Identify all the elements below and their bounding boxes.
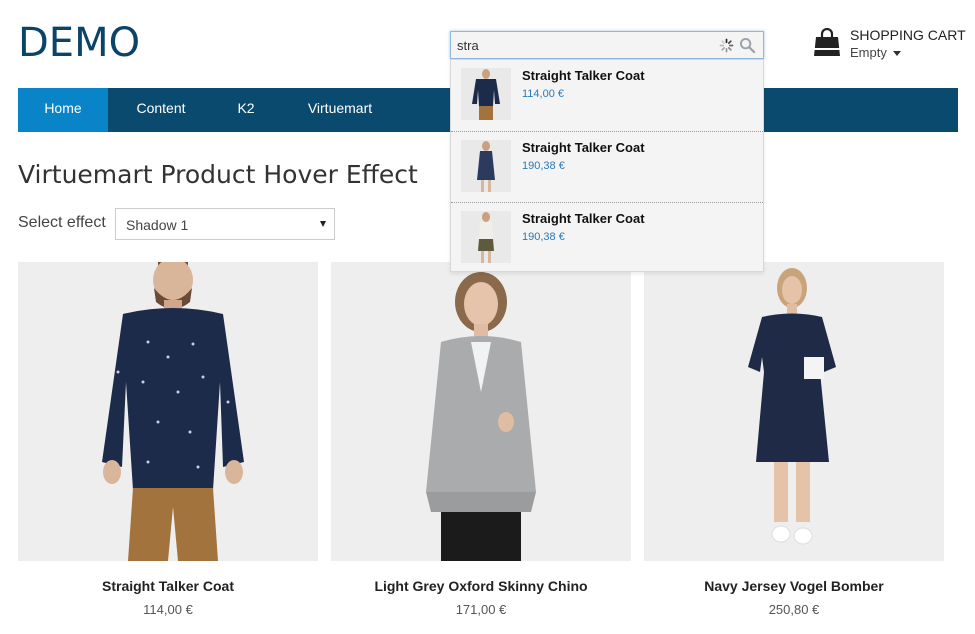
product-name[interactable]: Straight Talker Coat [18, 578, 318, 594]
product-price: 250,80 € [768, 602, 820, 617]
search-result-item[interactable]: Straight Talker Coat 114,00 € [451, 60, 763, 131]
search-result-item[interactable]: Straight Talker Coat 190,38 € [451, 131, 763, 202]
search-result-price: 190,38 € [522, 231, 565, 243]
search-result-name: Straight Talker Coat [522, 211, 645, 226]
search-input[interactable] [451, 32, 713, 58]
search-result-price: 190,38 € [522, 160, 565, 172]
nav-item-k2[interactable]: K2 [222, 88, 270, 132]
product-price: 171,00 € [455, 602, 507, 617]
cart-title: SHOPPING CART [850, 27, 966, 43]
nav-item-content[interactable]: Content [118, 88, 204, 132]
dropdown-arrow-icon [320, 221, 326, 227]
search-result-item[interactable]: Straight Talker Coat 190,38 € [451, 202, 763, 273]
cart-status-text: Empty [850, 45, 887, 60]
product-image[interactable] [644, 262, 944, 561]
product-name[interactable]: Light Grey Oxford Skinny Chino [331, 578, 631, 594]
site-logo[interactable]: DEMO [18, 20, 140, 66]
search-result-thumbnail [461, 211, 511, 263]
cart-status[interactable]: Empty [850, 45, 901, 60]
product-card[interactable]: Straight Talker Coat 114,00 € [18, 262, 318, 617]
search-result-thumbnail [461, 68, 511, 120]
caret-down-icon [892, 51, 901, 57]
search-box [450, 31, 764, 59]
search-result-price: 114,00 € [522, 88, 565, 100]
product-name[interactable]: Navy Jersey Vogel Bomber [644, 578, 944, 594]
search-result-thumbnail [461, 140, 511, 192]
effect-label: Select effect [18, 214, 106, 231]
effect-select[interactable]: Shadow 1 [115, 208, 335, 240]
shopping-cart[interactable]: SHOPPING CART Empty [812, 26, 972, 66]
product-card[interactable]: Light Grey Oxford Skinny Chino 171,00 € [331, 262, 631, 617]
product-image[interactable] [18, 262, 318, 561]
loading-spinner-icon [719, 38, 734, 53]
product-price: 114,00 € [143, 602, 193, 617]
search-result-name: Straight Talker Coat [522, 140, 645, 155]
product-image[interactable] [331, 262, 631, 561]
nav-item-virtuemart[interactable]: Virtuemart [294, 88, 386, 132]
search-icon[interactable] [739, 37, 756, 54]
nav-item-home[interactable]: Home [18, 88, 108, 132]
page-title: Virtuemart Product Hover Effect [18, 160, 418, 189]
search-result-name: Straight Talker Coat [522, 68, 645, 83]
shopping-bag-icon [814, 28, 840, 56]
effect-select-value: Shadow 1 [126, 217, 189, 233]
search-results-dropdown: Straight Talker Coat 114,00 € Straight T… [450, 59, 764, 272]
product-card[interactable]: Navy Jersey Vogel Bomber 250,80 € [644, 262, 944, 617]
